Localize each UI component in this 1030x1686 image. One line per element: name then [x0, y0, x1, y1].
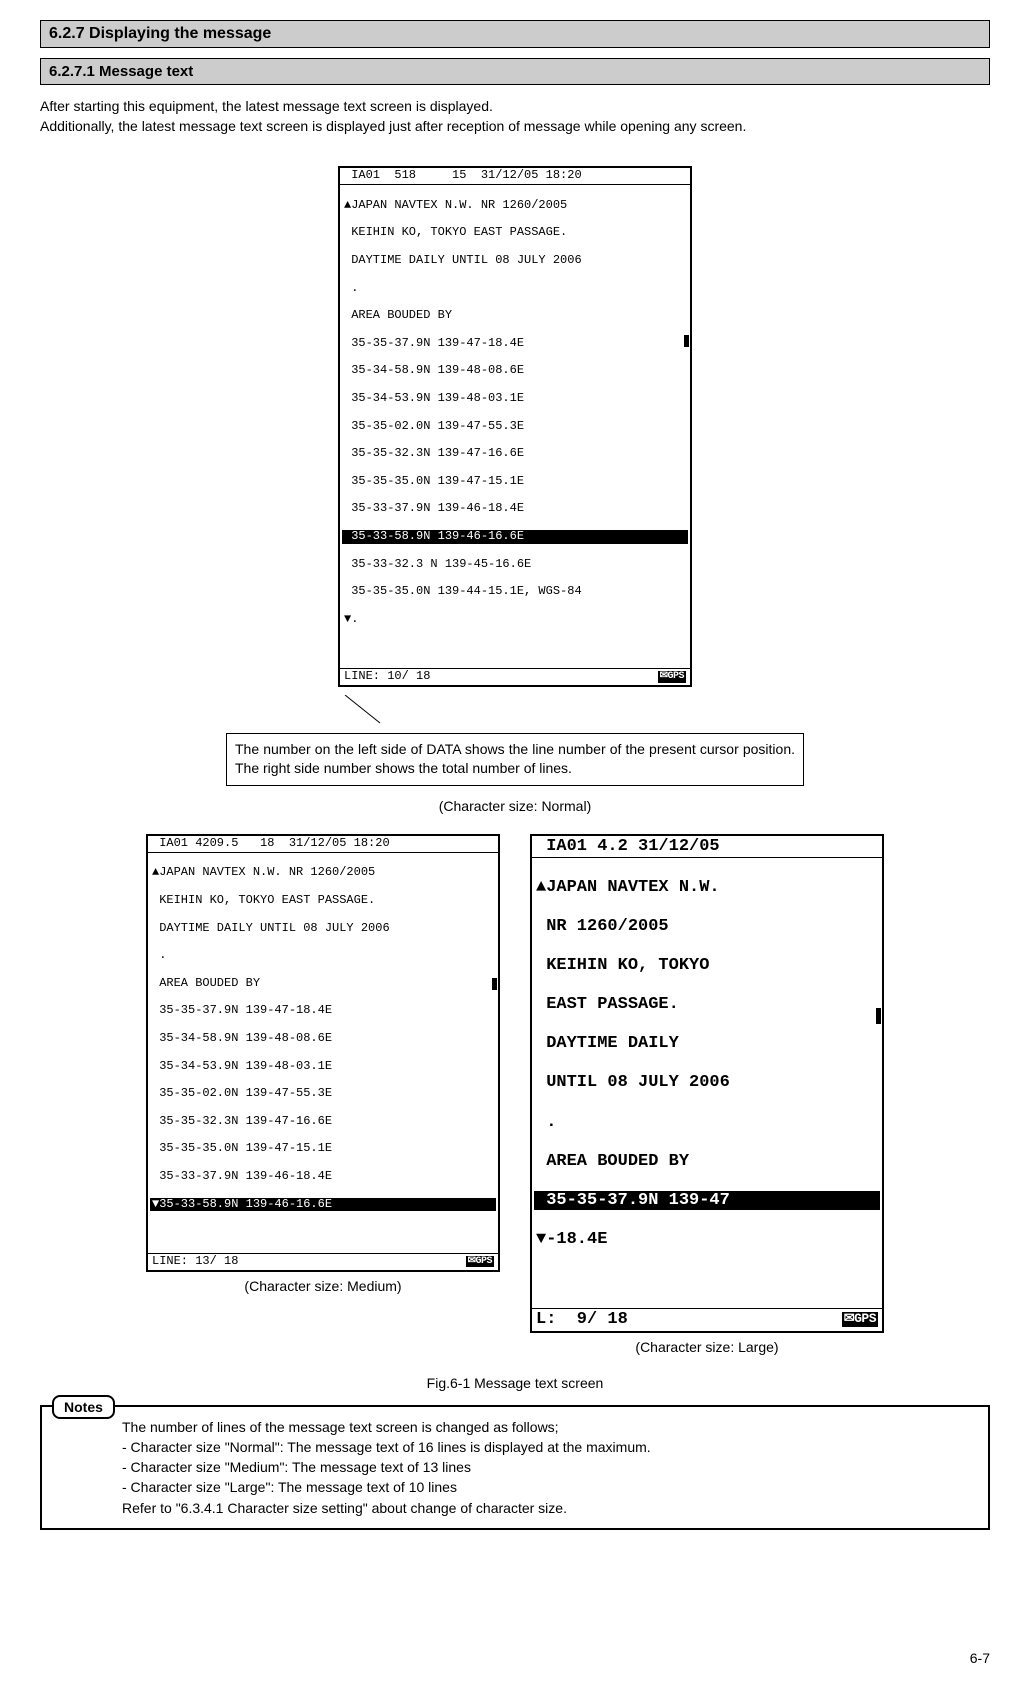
screen-large-footer: L: 9/ 18 ✉GPS	[532, 1308, 882, 1331]
subsection-header: 6.2.7.1 Message text	[40, 58, 990, 85]
status-icons: ✉GPS	[842, 1312, 878, 1327]
msg-line: ▲JAPAN NAVTEX N.W. NR 1260/2005	[150, 866, 496, 880]
msg-line: 35-35-02.0N 139-47-55.3E	[150, 1087, 496, 1101]
screen-medium-block: IA01 4209.5 18 31/12/05 18:20 ▲JAPAN NAV…	[146, 834, 500, 1355]
screen-medium-body: ▲JAPAN NAVTEX N.W. NR 1260/2005 KEIHIN K…	[148, 853, 498, 1253]
msg-line: DAYTIME DAILY	[534, 1034, 880, 1054]
screen-normal-footer: LINE: 10/ 18 ✉GPS	[340, 668, 690, 685]
msg-line: 35-35-35.0N 139-44-15.1E, WGS-84	[342, 585, 688, 599]
status-icons: ✉GPS	[658, 671, 686, 683]
scroll-thumb-icon	[684, 335, 689, 347]
msg-line: KEIHIN KO, TOKYO	[534, 956, 880, 976]
msg-line: NR 1260/2005	[534, 917, 880, 937]
screen-large: IA01 4.2 31/12/05 ▲JAPAN NAVTEX N.W. NR …	[530, 834, 884, 1333]
notes-intro: The number of lines of the message text …	[122, 1419, 559, 1435]
figure-caption: Fig.6-1 Message text screen	[40, 1375, 990, 1391]
caption-large: (Character size: Large)	[530, 1339, 884, 1355]
notes-label: Notes	[52, 1395, 115, 1419]
msg-line: 35-33-32.3 N 139-45-16.6E	[342, 558, 688, 572]
msg-line: .	[150, 949, 496, 963]
section-header: 6.2.7 Displaying the message	[40, 20, 990, 48]
screen-normal-header: IA01 518 15 31/12/05 18:20	[340, 168, 690, 185]
msg-line: DAYTIME DAILY UNTIL 08 JULY 2006	[150, 922, 496, 936]
msg-line: DAYTIME DAILY UNTIL 08 JULY 2006	[342, 254, 688, 268]
msg-line: .	[342, 282, 688, 296]
callout-text: The number on the left side of DATA show…	[235, 741, 795, 777]
screen-normal-body: ▲JAPAN NAVTEX N.W. NR 1260/2005 KEIHIN K…	[340, 185, 690, 668]
msg-line: 35-35-35.0N 139-47-15.1E	[342, 475, 688, 489]
notes-item-3: - Character size "Large": The message te…	[122, 1479, 457, 1495]
screen-medium-header: IA01 4209.5 18 31/12/05 18:20	[148, 836, 498, 853]
msg-line: 35-34-58.9N 139-48-08.6E	[342, 364, 688, 378]
notes-item-2: - Character size "Medium": The message t…	[122, 1459, 471, 1475]
caption-normal: (Character size: Normal)	[40, 798, 990, 814]
msg-line: AREA BOUDED BY	[534, 1152, 880, 1172]
msg-line: 35-35-35.0N 139-47-15.1E	[150, 1142, 496, 1156]
msg-line: 35-33-37.9N 139-46-18.4E	[342, 502, 688, 516]
screens-row: IA01 4209.5 18 31/12/05 18:20 ▲JAPAN NAV…	[40, 834, 990, 1355]
msg-line: 35-34-58.9N 139-48-08.6E	[150, 1032, 496, 1046]
msg-line: .	[534, 1113, 880, 1133]
screen-large-block: IA01 4.2 31/12/05 ▲JAPAN NAVTEX N.W. NR …	[530, 834, 884, 1355]
msg-line: ▼.	[342, 613, 688, 627]
msg-line: ▼-18.4E	[534, 1230, 880, 1250]
msg-line-highlight: 35-33-58.9N 139-46-16.6E	[342, 530, 688, 544]
msg-line: 35-35-02.0N 139-47-55.3E	[342, 420, 688, 434]
caption-medium: (Character size: Medium)	[146, 1278, 500, 1294]
screen-medium: IA01 4209.5 18 31/12/05 18:20 ▲JAPAN NAV…	[146, 834, 500, 1272]
msg-line: AREA BOUDED BY	[150, 977, 496, 991]
screen-large-body: ▲JAPAN NAVTEX N.W. NR 1260/2005 KEIHIN K…	[532, 858, 882, 1308]
msg-line: AREA BOUDED BY	[342, 309, 688, 323]
page-number: 6-7	[40, 1650, 990, 1666]
screen-normal-container: IA01 518 15 31/12/05 18:20 ▲JAPAN NAVTEX…	[40, 166, 990, 686]
screen-large-header: IA01 4.2 31/12/05	[532, 836, 882, 859]
msg-line: 35-35-32.3N 139-47-16.6E	[150, 1115, 496, 1129]
intro-line-2: Additionally, the latest message text sc…	[40, 118, 746, 134]
msg-line: 35-34-53.9N 139-48-03.1E	[150, 1060, 496, 1074]
msg-line: EAST PASSAGE.	[534, 995, 880, 1015]
notes-refer: Refer to "6.3.4.1 Character size setting…	[122, 1500, 567, 1516]
msg-line: ▲JAPAN NAVTEX N.W.	[534, 878, 880, 898]
screen-medium-footer: LINE: 13/ 18 ✉GPS	[148, 1253, 498, 1270]
status-icons: ✉GPS	[466, 1256, 494, 1268]
screen-normal: IA01 518 15 31/12/05 18:20 ▲JAPAN NAVTEX…	[338, 166, 692, 686]
scroll-thumb-icon	[876, 1008, 881, 1024]
msg-line: KEIHIN KO, TOKYO EAST PASSAGE.	[150, 894, 496, 908]
msg-line: 35-33-37.9N 139-46-18.4E	[150, 1170, 496, 1184]
callout-pointer-icon	[340, 695, 400, 725]
notes-item-1: - Character size "Normal": The message t…	[122, 1439, 651, 1455]
scroll-thumb-icon	[492, 978, 497, 990]
intro-line-1: After starting this equipment, the lates…	[40, 98, 493, 114]
msg-line-highlight: ▼35-33-58.9N 139-46-16.6E	[150, 1198, 496, 1212]
notes-content: The number of lines of the message text …	[122, 1417, 974, 1518]
line-counter: LINE: 13/ 18	[152, 1255, 238, 1269]
msg-line: 35-35-37.9N 139-47-18.4E	[150, 1004, 496, 1018]
msg-line: 35-34-53.9N 139-48-03.1E	[342, 392, 688, 406]
msg-line: 35-35-37.9N 139-47-18.4E	[342, 337, 688, 351]
msg-line-highlight: 35-35-37.9N 139-47	[534, 1191, 880, 1211]
intro-paragraph: After starting this equipment, the lates…	[40, 97, 990, 136]
callout-box: The number on the left side of DATA show…	[226, 733, 804, 786]
notes-box: Notes The number of lines of the message…	[40, 1405, 990, 1530]
msg-line: 35-35-32.3N 139-47-16.6E	[342, 447, 688, 461]
msg-line: KEIHIN KO, TOKYO EAST PASSAGE.	[342, 226, 688, 240]
msg-line: ▲JAPAN NAVTEX N.W. NR 1260/2005	[342, 199, 688, 213]
line-counter: LINE: 10/ 18	[344, 670, 430, 684]
line-counter: L: 9/ 18	[536, 1310, 628, 1330]
msg-line: UNTIL 08 JULY 2006	[534, 1073, 880, 1093]
